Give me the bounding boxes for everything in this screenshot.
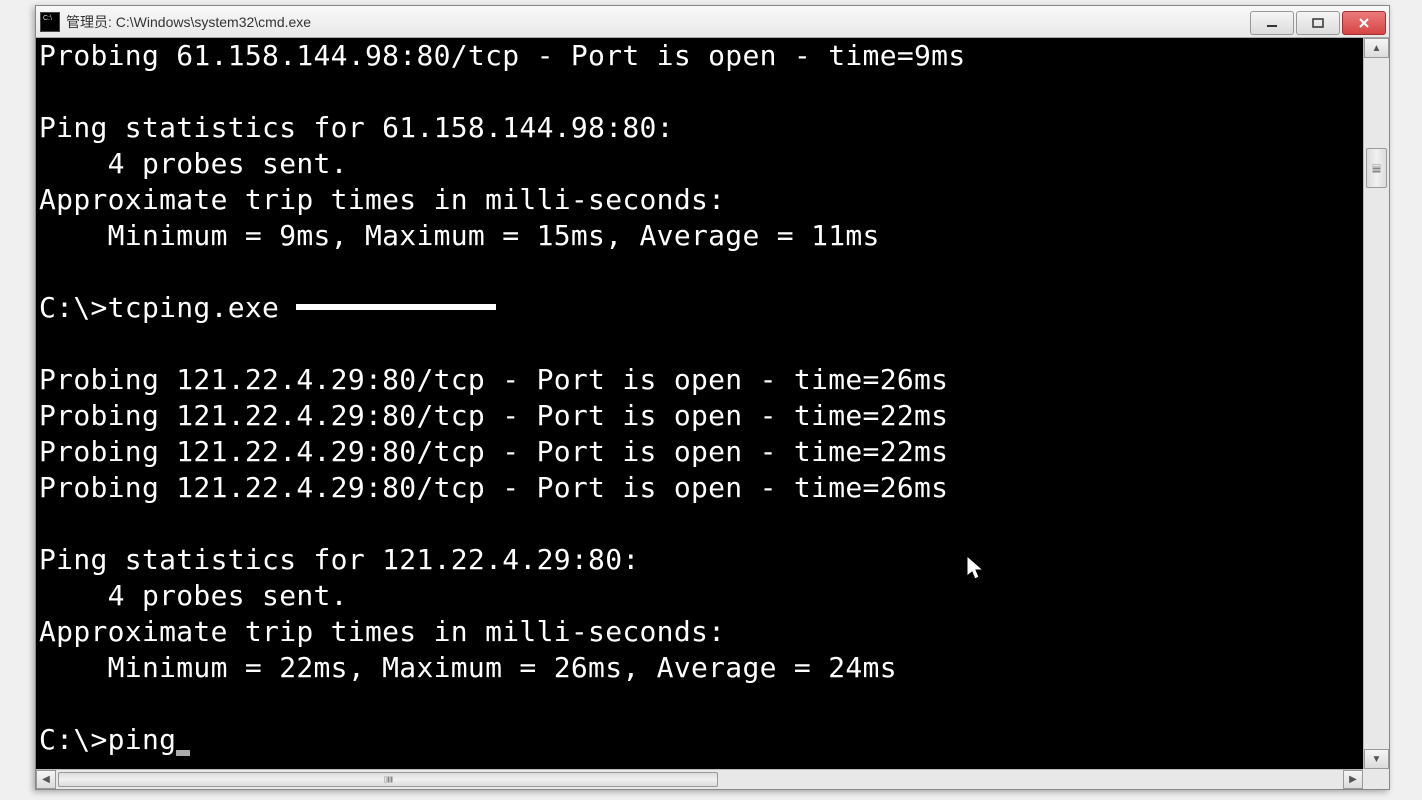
output-line: Probing 121.22.4.29:80/tcp - Port is ope… xyxy=(39,399,948,432)
command-line: C:\>tcping.exe xyxy=(39,291,296,324)
terminal-output[interactable]: Probing 61.158.144.98:80/tcp - Port is o… xyxy=(39,38,1361,769)
output-line: Approximate trip times in milli-seconds: xyxy=(39,615,725,648)
vertical-scrollbar[interactable]: ▲ ▼ xyxy=(1363,38,1389,769)
output-line: Minimum = 22ms, Maximum = 26ms, Average … xyxy=(39,651,897,684)
prompt-line: C:\>ping xyxy=(39,723,176,756)
output-line: 4 probes sent. xyxy=(39,147,348,180)
output-line: Ping statistics for 61.158.144.98:80: xyxy=(39,111,674,144)
cmd-icon xyxy=(40,12,60,32)
output-line: Probing 121.22.4.29:80/tcp - Port is ope… xyxy=(39,435,948,468)
minimize-button[interactable] xyxy=(1250,11,1294,35)
output-line: Approximate trip times in milli-seconds: xyxy=(39,183,725,216)
output-line: Minimum = 9ms, Maximum = 15ms, Average =… xyxy=(39,219,880,252)
scroll-left-button[interactable]: ◀ xyxy=(36,770,56,789)
horizontal-scrollbar[interactable]: ◀ ▶ xyxy=(36,769,1363,789)
scroll-corner xyxy=(1363,769,1389,789)
window-controls xyxy=(1250,11,1386,35)
horizontal-scroll-thumb[interactable] xyxy=(58,772,718,787)
vertical-scroll-thumb[interactable] xyxy=(1366,148,1387,188)
window-title: 管理员: C:\Windows\system32\cmd.exe xyxy=(66,12,311,32)
cmd-window: 管理员: C:\Windows\system32\cmd.exe Probing… xyxy=(35,5,1390,790)
output-line: Probing 121.22.4.29:80/tcp - Port is ope… xyxy=(39,363,948,396)
output-line: Probing 61.158.144.98:80/tcp - Port is o… xyxy=(39,39,966,72)
output-line: 4 probes sent. xyxy=(39,579,348,612)
text-cursor xyxy=(176,750,190,756)
redacted-hostname xyxy=(296,304,496,310)
titlebar[interactable]: 管理员: C:\Windows\system32\cmd.exe xyxy=(36,6,1389,38)
output-line: Probing 121.22.4.29:80/tcp - Port is ope… xyxy=(39,471,948,504)
maximize-button[interactable] xyxy=(1296,11,1340,35)
close-button[interactable] xyxy=(1342,11,1386,35)
output-line: Ping statistics for 121.22.4.29:80: xyxy=(39,543,640,576)
terminal-area: Probing 61.158.144.98:80/tcp - Port is o… xyxy=(36,38,1389,789)
scroll-down-button[interactable]: ▼ xyxy=(1364,749,1389,769)
scroll-up-button[interactable]: ▲ xyxy=(1364,38,1389,58)
scroll-right-button[interactable]: ▶ xyxy=(1343,770,1363,789)
